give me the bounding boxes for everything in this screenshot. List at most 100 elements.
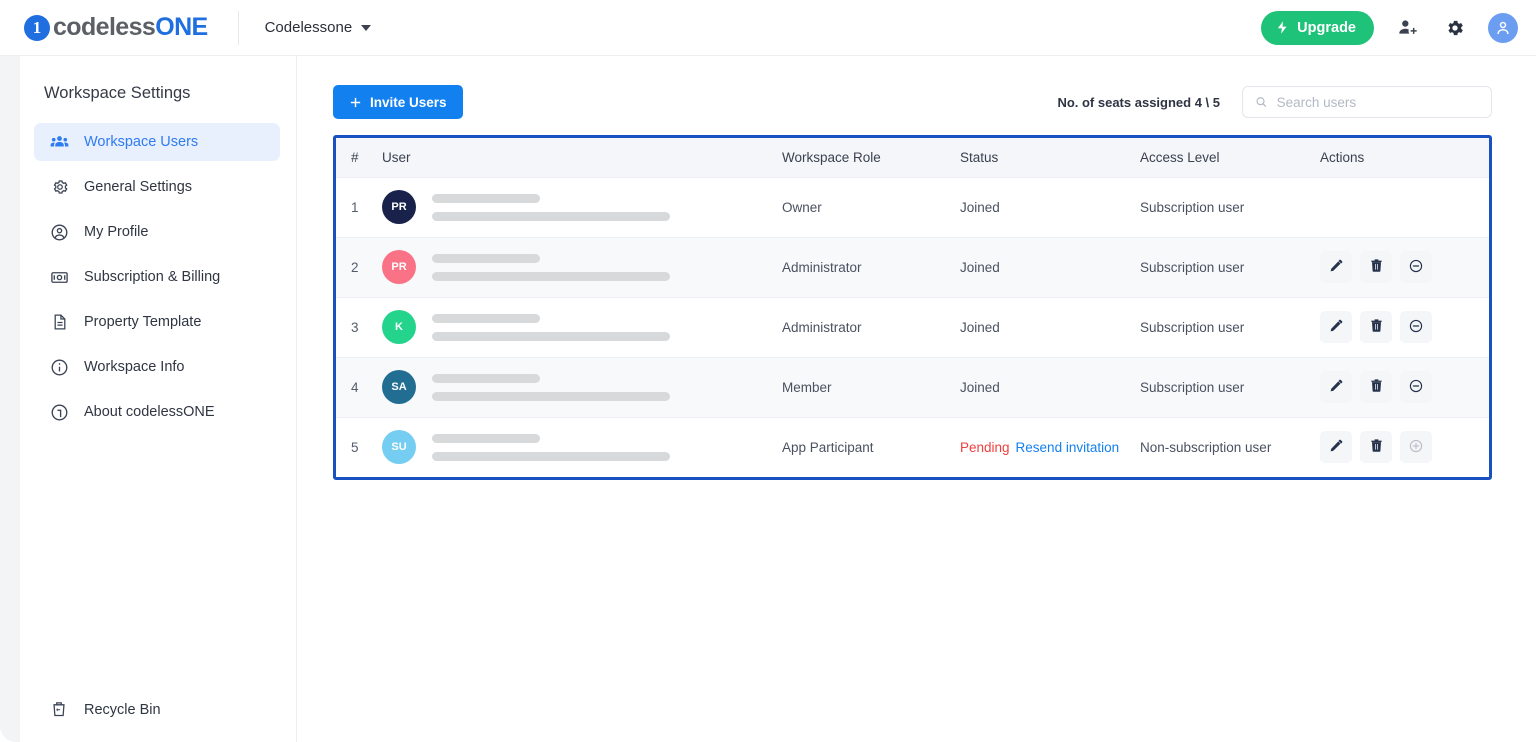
avatar: SU <box>382 430 416 465</box>
workspace-switcher[interactable]: Codelessone <box>265 19 372 36</box>
table-header-row: # User Workspace Role Status Access Leve… <box>336 138 1489 177</box>
gear-icon <box>50 178 69 197</box>
edit-icon <box>1329 258 1344 276</box>
user-cell: PR <box>382 250 782 284</box>
upgrade-button[interactable]: Upgrade <box>1261 10 1374 45</box>
seats-assigned-label: No. of seats assigned 4 \ 5 <box>1057 94 1220 110</box>
status-badge: Joined <box>960 320 1000 335</box>
sidebar-item-workspace-info[interactable]: Workspace Info <box>34 348 280 386</box>
status-text: Joined <box>960 199 1000 215</box>
column-header-user: User <box>382 138 782 177</box>
resend-invitation-link[interactable]: Resend invitation <box>1016 440 1120 455</box>
access-level: Subscription user <box>1140 319 1245 335</box>
row-number: 1 <box>351 199 359 215</box>
recycle-bin-icon <box>50 700 69 719</box>
add-seat-button[interactable] <box>1400 431 1432 464</box>
sidebar-item-recycle-bin[interactable]: Recycle Bin <box>20 700 296 719</box>
row-actions <box>1320 311 1489 343</box>
workspace-role: Owner <box>782 199 822 215</box>
user-name-placeholder <box>432 433 670 461</box>
avatar: PR <box>382 190 416 224</box>
column-header-number: # <box>336 138 382 177</box>
people-group-icon <box>50 133 69 152</box>
edit-icon <box>1329 378 1344 396</box>
column-header-status: Status <box>960 138 1140 177</box>
sidebar-item-label: Property Template <box>84 314 202 330</box>
skeleton-bar <box>432 433 540 443</box>
sidebar-item-workspace-users[interactable]: Workspace Users <box>34 123 280 161</box>
brand-word-b: ONE <box>155 13 208 41</box>
invite-users-label: Invite Users <box>370 94 447 110</box>
status-text: Joined <box>960 259 1000 275</box>
main-content: Invite Users No. of seats assigned 4 \ 5… <box>297 56 1536 742</box>
user-name-placeholder <box>432 253 670 281</box>
workspace-role: App Participant <box>782 439 874 455</box>
access-level: Subscription user <box>1140 379 1245 395</box>
invite-users-button[interactable]: Invite Users <box>333 85 463 119</box>
top-bar: codelessONE Codelessone Upgrade <box>0 0 1536 56</box>
status-text: Joined <box>960 319 1000 335</box>
avatar: PR <box>382 250 416 284</box>
sidebar-item-subscription-billing[interactable]: Subscription & Billing <box>34 258 280 296</box>
search-users-box[interactable] <box>1242 86 1492 118</box>
access-level: Subscription user <box>1140 259 1245 275</box>
delete-icon <box>1369 318 1384 336</box>
add-user-icon[interactable] <box>1392 13 1422 43</box>
remove-seat-button[interactable] <box>1400 371 1432 403</box>
search-input[interactable] <box>1276 94 1479 110</box>
user-cell: SU <box>382 430 782 465</box>
gear-icon[interactable] <box>1440 13 1470 43</box>
document-icon <box>50 313 69 332</box>
workspace-role: Member <box>782 379 832 395</box>
sidebar-item-property-template[interactable]: Property Template <box>34 303 280 341</box>
status-badge: Joined <box>960 380 1000 395</box>
chevron-down-icon <box>361 24 372 31</box>
row-number: 4 <box>351 379 359 395</box>
skeleton-bar <box>432 271 670 281</box>
row-actions <box>1320 431 1489 464</box>
column-header-access-level: Access Level <box>1140 138 1320 177</box>
remove-seat-icon <box>1408 318 1424 337</box>
table-row: 3 K Administrator Joined Subscription user <box>336 296 1489 357</box>
sidebar-item-label: General Settings <box>84 179 193 195</box>
row-actions <box>1320 371 1489 403</box>
edit-button[interactable] <box>1320 251 1352 283</box>
skeleton-bar <box>432 193 540 203</box>
user-avatar-icon <box>1497 21 1509 34</box>
sidebar-item-my-profile[interactable]: My Profile <box>34 213 280 251</box>
workspace-switcher-label: Codelessone <box>264 19 353 36</box>
account-avatar[interactable] <box>1488 12 1518 43</box>
bolt-icon <box>1277 21 1287 34</box>
workspace-role: Administrator <box>782 319 862 335</box>
sidebar-item-general-settings[interactable]: General Settings <box>34 168 280 206</box>
access-level: Non-subscription user <box>1140 439 1272 455</box>
status-text: Pending <box>960 439 1010 455</box>
delete-button[interactable] <box>1360 431 1392 464</box>
table-row: 1 PR Owner Joined Subscription user <box>336 176 1489 237</box>
remove-seat-button[interactable] <box>1400 311 1432 343</box>
table-row: 4 SA Member Joined Subscription user <box>336 356 1489 417</box>
skeleton-bar <box>432 451 670 461</box>
edit-button[interactable] <box>1320 371 1352 403</box>
user-name-placeholder <box>432 193 670 221</box>
row-actions <box>1320 251 1489 283</box>
brand-logo[interactable]: codelessONE <box>0 13 208 42</box>
delete-button[interactable] <box>1360 371 1392 403</box>
delete-button[interactable] <box>1360 251 1392 283</box>
edit-button[interactable] <box>1320 311 1352 343</box>
row-number: 2 <box>351 259 359 275</box>
remove-seat-button[interactable] <box>1400 251 1432 283</box>
sidebar-item-about-codelessone[interactable]: About codelessONE <box>34 393 280 431</box>
skeleton-bar <box>432 313 540 323</box>
delete-button[interactable] <box>1360 311 1392 343</box>
delete-icon <box>1369 378 1384 396</box>
header-divider <box>237 10 239 45</box>
toolbar: Invite Users No. of seats assigned 4 \ 5 <box>333 85 1492 119</box>
skeleton-bar <box>432 331 670 341</box>
edit-button[interactable] <box>1320 431 1352 464</box>
avatar: K <box>382 310 416 344</box>
app-window: codelessONE Codelessone Upgrade <box>0 0 1536 742</box>
search-icon <box>1256 97 1267 107</box>
user-cell: PR <box>382 190 782 224</box>
add-seat-icon <box>1408 438 1424 457</box>
